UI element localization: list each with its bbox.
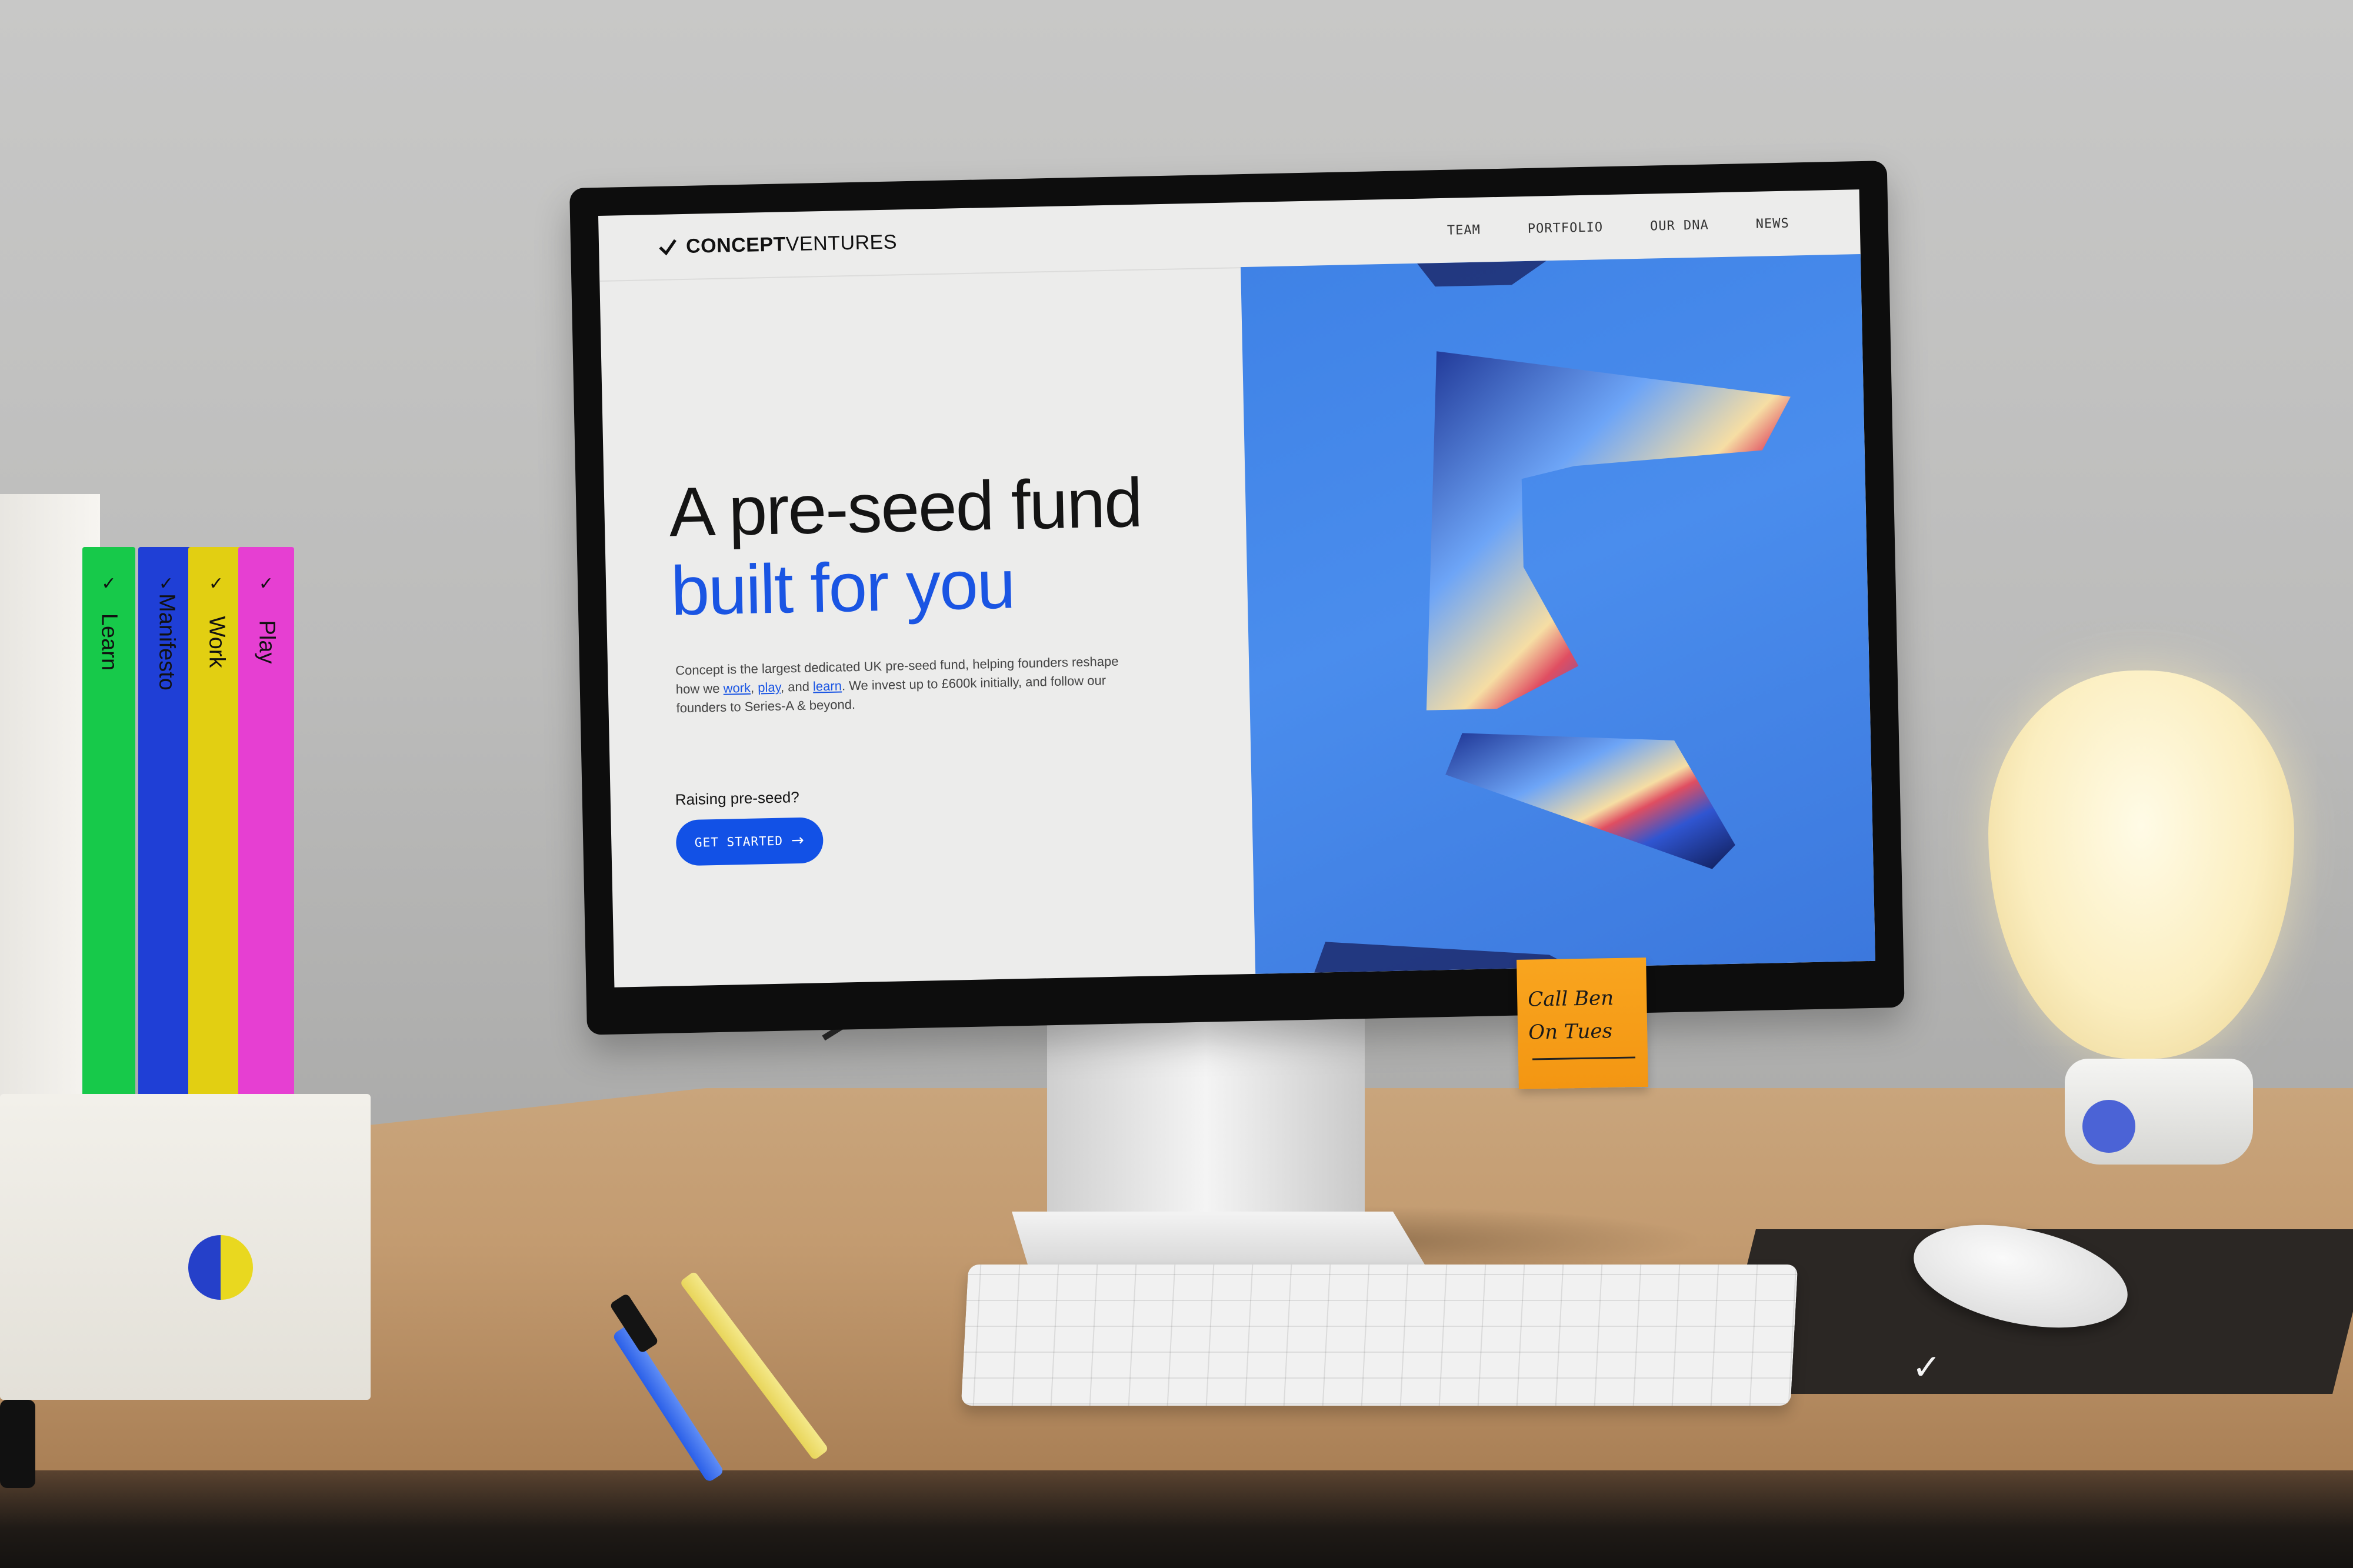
nav-our-dna[interactable]: OUR DNA [1650,218,1709,233]
concept-logo-icon [659,239,676,256]
hero-headline: A pre-seed fund built for you [668,463,1144,631]
magazine-label: Learn [96,613,122,671]
sticky-note-text: Call Ben On Tues [1527,986,1614,1045]
sticky-note: Call Ben On Tues [1517,958,1648,1089]
hero-text-panel: A pre-seed fund built for you Concept is… [599,267,1255,987]
magazine-logo-icon: ✓ [101,574,116,593]
magazine-logo-icon: ✓ [208,574,224,593]
desk-edge [0,1470,2353,1568]
get-started-label: GET STARTED [694,833,784,850]
keyboard [961,1265,1798,1406]
mousepad-logo-icon: ✓ [1912,1347,1942,1387]
brand-name: CONCEPTVENTURES [685,230,898,258]
nav-portfolio[interactable]: PORTFOLIO [1528,220,1604,236]
hero-art [1241,254,1876,974]
magazine-holder: ✓ Learn ✓ Manifesto ✓ Work ✓ Play [0,447,371,1423]
glass-c-sculpture [1314,261,1791,973]
nav-team[interactable]: TEAM [1447,222,1481,238]
arrow-right-icon: → [791,831,805,850]
get-started-button[interactable]: GET STARTED → [675,817,824,866]
magazine-label: Manifesto [154,593,179,690]
holder-front [0,1094,371,1400]
holder-dot [188,1235,253,1300]
phone [0,1400,35,1488]
brand-logo[interactable]: CONCEPTVENTURES [658,231,898,259]
nav-news[interactable]: NEWS [1755,216,1789,231]
main-nav: TEAM PORTFOLIO OUR DNA NEWS [1447,216,1789,238]
link-work[interactable]: work [723,680,751,696]
magazine-logo-icon: ✓ [258,574,274,593]
magazine-label: Play [254,620,279,664]
lamp-knob [2082,1100,2135,1153]
website-screen: CONCEPTVENTURES TEAM PORTFOLIO OUR DNA N… [598,189,1876,987]
raising-prompt: Raising pre-seed? [675,788,800,809]
link-learn[interactable]: learn [813,678,842,693]
headline-line-1: A pre-seed fund [668,463,1142,552]
link-play[interactable]: play [758,680,781,695]
monitor-stand [1047,1000,1365,1235]
sticky-note-underline [1532,1056,1636,1060]
magazine-label: Work [204,616,229,668]
monitor: CONCEPTVENTURES TEAM PORTFOLIO OUR DNA N… [569,161,1905,1035]
headline-line-2: built for you [670,545,1015,630]
hero-intro: Concept is the largest dedicated UK pre-… [675,653,1119,716]
magazine-logo-icon: ✓ [158,574,174,593]
